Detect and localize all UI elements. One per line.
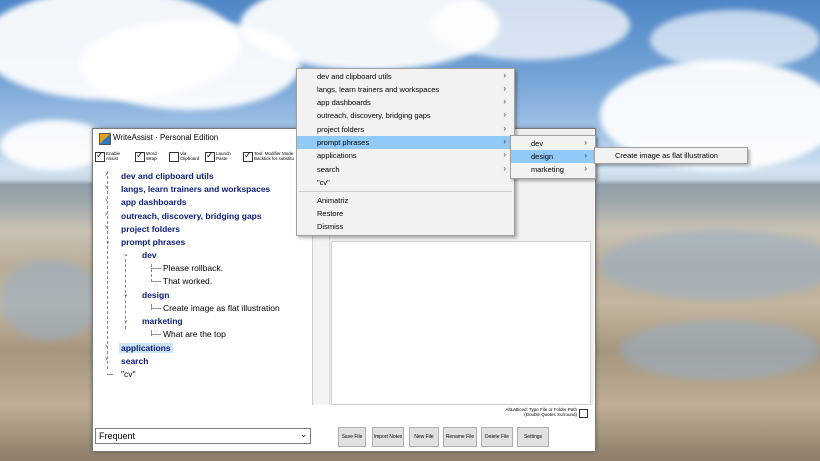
tree-node-selected[interactable]: applications (119, 343, 173, 353)
enable-assist-checkbox[interactable] (95, 150, 105, 162)
context-menu-design: Create image as flat illustration (594, 147, 748, 164)
new-file-button[interactable]: New File (409, 427, 439, 447)
menu-item-dismiss[interactable]: Dismiss (297, 220, 514, 233)
tree-node[interactable]: design (142, 290, 169, 300)
chevron-right-icon: › (584, 151, 587, 160)
options-bar: Enable Assist Word Wrap Via Clipboard La… (93, 149, 323, 165)
menu-item-project-folders[interactable]: project folders › (297, 123, 514, 136)
delete-file-button[interactable]: Delete File (481, 427, 513, 447)
menu-item-animatriz[interactable]: Animatriz (297, 194, 514, 207)
path-checkbox[interactable] (579, 409, 588, 418)
via-clipboard-checkbox[interactable] (169, 152, 179, 162)
chevron-down-icon[interactable]: ⌄ (300, 430, 307, 439)
tree-node[interactable]: project folders (121, 224, 180, 234)
submenu-item-marketing[interactable]: marketing › (511, 163, 595, 176)
submenu-item-create-image[interactable]: Create image as flat illustration (595, 149, 747, 162)
tree-node[interactable]: marketing (142, 316, 183, 326)
chevron-right-icon: › (584, 138, 587, 147)
tree-leaf[interactable]: What are the top (163, 329, 226, 339)
menu-item-langs[interactable]: langs, learn trainers and workspaces › (297, 83, 514, 96)
tree-node[interactable]: app dashboards (121, 197, 187, 207)
expand-icon[interactable]: › (105, 343, 107, 350)
modifier-mode-checkbox[interactable] (243, 150, 253, 162)
submenu-item-design[interactable]: design › (511, 150, 595, 163)
chevron-right-icon: › (503, 124, 506, 133)
rename-file-button[interactable]: Rename File (443, 427, 477, 447)
chevron-right-icon: › (503, 71, 506, 80)
chevron-right-icon: › (503, 164, 506, 173)
expand-icon[interactable]: › (105, 171, 107, 178)
save-file-button[interactable]: Save File (338, 427, 366, 447)
menu-item-cv[interactable]: "cv" (297, 176, 514, 189)
chevron-right-icon: › (503, 150, 506, 159)
editor-textarea[interactable] (331, 241, 591, 405)
submenu-item-dev[interactable]: dev › (511, 137, 595, 150)
menu-item-prompt-phrases[interactable]: prompt phrases › (297, 136, 514, 149)
tree-node[interactable]: prompt phrases (121, 237, 185, 247)
expand-icon[interactable]: › (105, 211, 107, 218)
chevron-right-icon: › (503, 110, 506, 119)
launch-paste-checkbox[interactable] (205, 150, 215, 162)
chevron-right-icon: › (503, 84, 506, 93)
menu-item-app-dashboards[interactable]: app dashboards › (297, 96, 514, 109)
settings-button[interactable]: Settings (517, 427, 549, 447)
menu-item-restore[interactable]: Restore (297, 207, 514, 220)
chevron-right-icon: › (503, 97, 506, 106)
tree-node[interactable]: dev and clipboard utils (121, 171, 214, 181)
import-notes-button[interactable]: Import Notes (372, 427, 404, 447)
path-note: AltLatticed: Type File or Folder Path (D… (505, 407, 577, 417)
tree-node[interactable]: langs, learn trainers and workspaces (121, 184, 270, 194)
tree-node[interactable]: search (121, 356, 148, 366)
frequency-value: Frequent (99, 431, 136, 441)
menu-item-outreach[interactable]: outreach, discovery, bridging gaps › (297, 109, 514, 122)
chevron-right-icon: › (503, 137, 506, 146)
collapse-icon[interactable]: ⌄ (123, 316, 129, 324)
expand-icon[interactable]: › (105, 356, 107, 363)
collapse-icon[interactable]: ⌄ (123, 290, 129, 298)
context-menu-prompt-phrases: dev › design › marketing › (510, 135, 596, 179)
expand-icon[interactable]: › (105, 197, 107, 204)
tree-leaf[interactable]: Create image as flat illustration (163, 303, 280, 313)
tree-leaf[interactable]: "cv" (121, 369, 136, 379)
word-wrap-checkbox[interactable] (135, 150, 145, 162)
window-title: WriteAssist · Personal Edition (113, 133, 219, 142)
menu-item-applications[interactable]: applications › (297, 149, 514, 162)
tree-leaf[interactable]: Please rollback. (163, 263, 223, 273)
collapse-icon[interactable]: ⌄ (105, 237, 111, 245)
context-menu-main: dev and clipboard utils › langs, learn tr… (296, 68, 515, 236)
app-logo-icon (99, 133, 111, 145)
menu-item-dev-clipboard[interactable]: dev and clipboard utils › (297, 70, 514, 83)
menu-item-search[interactable]: search › (297, 163, 514, 176)
phrase-tree[interactable]: › dev and clipboard utils › langs, learn… (97, 167, 307, 425)
chevron-right-icon: › (584, 164, 587, 173)
tree-node[interactable]: outreach, discovery, bridging gaps (121, 211, 262, 221)
frequency-select[interactable]: Frequent ⌄ (95, 428, 311, 444)
expand-icon[interactable]: › (105, 224, 107, 231)
tree-node[interactable]: dev (142, 250, 157, 260)
collapse-icon[interactable]: ⌄ (123, 250, 129, 258)
expand-icon[interactable]: › (105, 184, 107, 191)
tree-leaf[interactable]: That worked. (163, 276, 212, 286)
